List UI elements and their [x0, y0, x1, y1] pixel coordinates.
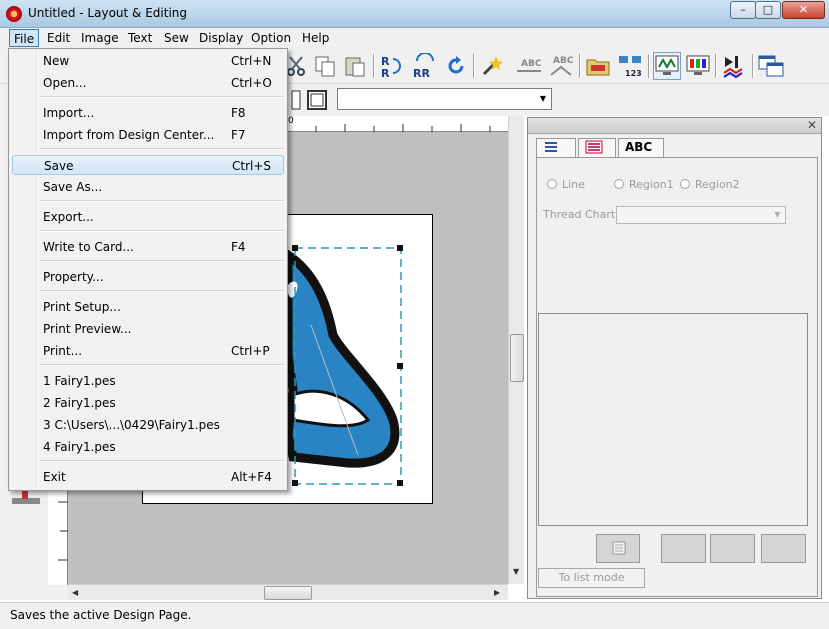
menu-item-recent-4[interactable]: 4 Fairy1.pes [12, 437, 284, 457]
menu-separator [40, 148, 284, 150]
menu-separator [40, 96, 284, 98]
maximize-button[interactable]: □ [755, 1, 781, 19]
menu-separator [40, 290, 284, 292]
menu-item-open[interactable]: Open... Ctrl+O [12, 73, 284, 93]
tab-text[interactable]: ABC [618, 138, 664, 158]
magic-wand-icon[interactable] [478, 52, 506, 80]
svg-text:R: R [381, 67, 390, 79]
horizontal-scroll-thumb[interactable] [264, 586, 312, 600]
menu-item-export[interactable]: Export... [12, 207, 284, 227]
svg-text:ABC: ABC [553, 56, 574, 66]
vertical-scrollbar[interactable]: ▼ [508, 116, 524, 584]
scroll-left-icon[interactable]: ◀ [72, 588, 78, 597]
tab-region-sew[interactable] [578, 138, 616, 158]
menu-separator [40, 460, 284, 462]
svg-text:RR: RR [413, 67, 430, 79]
toolbar-separator [373, 54, 375, 78]
menu-sew[interactable]: Sew [160, 29, 193, 47]
text-arc-icon[interactable]: ABC [515, 52, 543, 80]
toolbar-separator [648, 54, 650, 78]
stitch-view-icon[interactable] [653, 52, 681, 80]
menu-item-import-design-center[interactable]: Import from Design Center... F7 [12, 125, 284, 145]
menu-item-property[interactable]: Property... [12, 267, 284, 287]
menu-separator [40, 200, 284, 202]
sewing-order-list[interactable] [538, 313, 808, 526]
menu-separator [40, 260, 284, 262]
svg-text:123: 123 [625, 69, 642, 78]
menu-item-save-as[interactable]: Save As... [12, 177, 284, 197]
sew-type-button-1[interactable] [661, 534, 706, 563]
rotate-right-icon[interactable]: RR [410, 52, 438, 80]
scroll-down-icon[interactable]: ▼ [513, 567, 519, 576]
frame-icon[interactable] [303, 86, 331, 114]
menu-item-print[interactable]: Print... Ctrl+P [12, 341, 284, 361]
menu-display[interactable]: Display [195, 29, 247, 47]
thread-chart-label: Thread Chart: [543, 208, 619, 221]
menu-item-save[interactable]: Save Ctrl+S [12, 155, 284, 175]
menu-separator [40, 364, 284, 366]
menu-item-new[interactable]: New Ctrl+N [12, 51, 284, 71]
sew-counter-icon[interactable]: 123 [616, 52, 644, 80]
realistic-view-icon[interactable] [684, 52, 712, 80]
toolbar-separator [473, 54, 475, 78]
menu-item-recent-1[interactable]: 1 Fairy1.pes [12, 371, 284, 391]
toolbar-separator [579, 54, 581, 78]
window-title: Untitled - Layout & Editing [28, 6, 187, 20]
status-text: Saves the active Design Page. [10, 608, 192, 622]
minimize-button[interactable]: – [730, 1, 756, 19]
rotate-left-icon[interactable]: RR [378, 52, 406, 80]
sew-type-button-2[interactable] [710, 534, 755, 563]
menu-item-recent-3[interactable]: 3 C:\Users\...\0429\Fairy1.pes [12, 415, 284, 435]
thread-chart-select[interactable]: ▼ [616, 206, 786, 224]
menu-item-print-preview[interactable]: Print Preview... [12, 319, 284, 339]
to-list-mode-button[interactable]: To list mode [538, 568, 645, 588]
chevron-down-icon[interactable]: ▼ [770, 207, 785, 223]
menu-file[interactable]: File [9, 29, 40, 47]
radio-line[interactable]: Line [547, 178, 585, 191]
radio-region1[interactable]: Region1 [614, 178, 674, 191]
paste-icon[interactable] [341, 52, 369, 80]
status-bar: Saves the active Design Page. [0, 602, 829, 629]
sew-type-button-3[interactable] [761, 534, 806, 563]
text-align-icon[interactable]: ABC [547, 52, 575, 80]
toolbar-separator [715, 54, 717, 78]
copy-icon[interactable] [311, 52, 339, 80]
folder-stitch-icon[interactable] [584, 52, 612, 80]
radio-region2[interactable]: Region2 [680, 178, 740, 191]
menu-item-print-setup[interactable]: Print Setup... [12, 297, 284, 317]
title-bar: Untitled - Layout & Editing – □ ✕ [0, 0, 829, 28]
scroll-right-icon[interactable]: ▶ [494, 588, 500, 597]
rotate-icon[interactable] [442, 52, 470, 80]
menu-image[interactable]: Image [77, 29, 123, 47]
menu-item-recent-2[interactable]: 2 Fairy1.pes [12, 393, 284, 413]
chevron-down-icon[interactable]: ▼ [535, 89, 551, 109]
app-icon [6, 6, 22, 22]
menu-item-exit[interactable]: Exit Alt+F4 [12, 467, 284, 487]
horizontal-scrollbar[interactable]: ◀ ▶ [68, 584, 508, 600]
close-icon[interactable]: ✕ [807, 118, 817, 132]
tab-line-sew[interactable] [536, 138, 576, 158]
menu-option[interactable]: Option [247, 29, 295, 47]
menu-help[interactable]: Help [298, 29, 333, 47]
window-layout-icon[interactable] [757, 52, 785, 80]
close-button[interactable]: ✕ [782, 1, 825, 19]
toolbar-separator [752, 54, 754, 78]
font-select[interactable]: ▼ [337, 88, 552, 110]
menu-item-import[interactable]: Import... F8 [12, 103, 284, 123]
transfer-icon[interactable] [720, 52, 748, 80]
panel-header[interactable]: ✕ [528, 118, 821, 134]
thread-color-button[interactable] [596, 534, 640, 563]
menu-edit[interactable]: Edit [43, 29, 74, 47]
menu-item-write-to-card[interactable]: Write to Card... F4 [12, 237, 284, 257]
menu-text[interactable]: Text [124, 29, 156, 47]
file-menu-dropdown: New Ctrl+N Open... Ctrl+O Import... F8 Impo… [8, 48, 288, 491]
menu-separator [40, 230, 284, 232]
vertical-scroll-thumb[interactable] [510, 334, 524, 382]
menu-bar: File Edit Image Text Sew Display Option … [0, 28, 829, 48]
svg-text:ABC: ABC [521, 59, 542, 69]
